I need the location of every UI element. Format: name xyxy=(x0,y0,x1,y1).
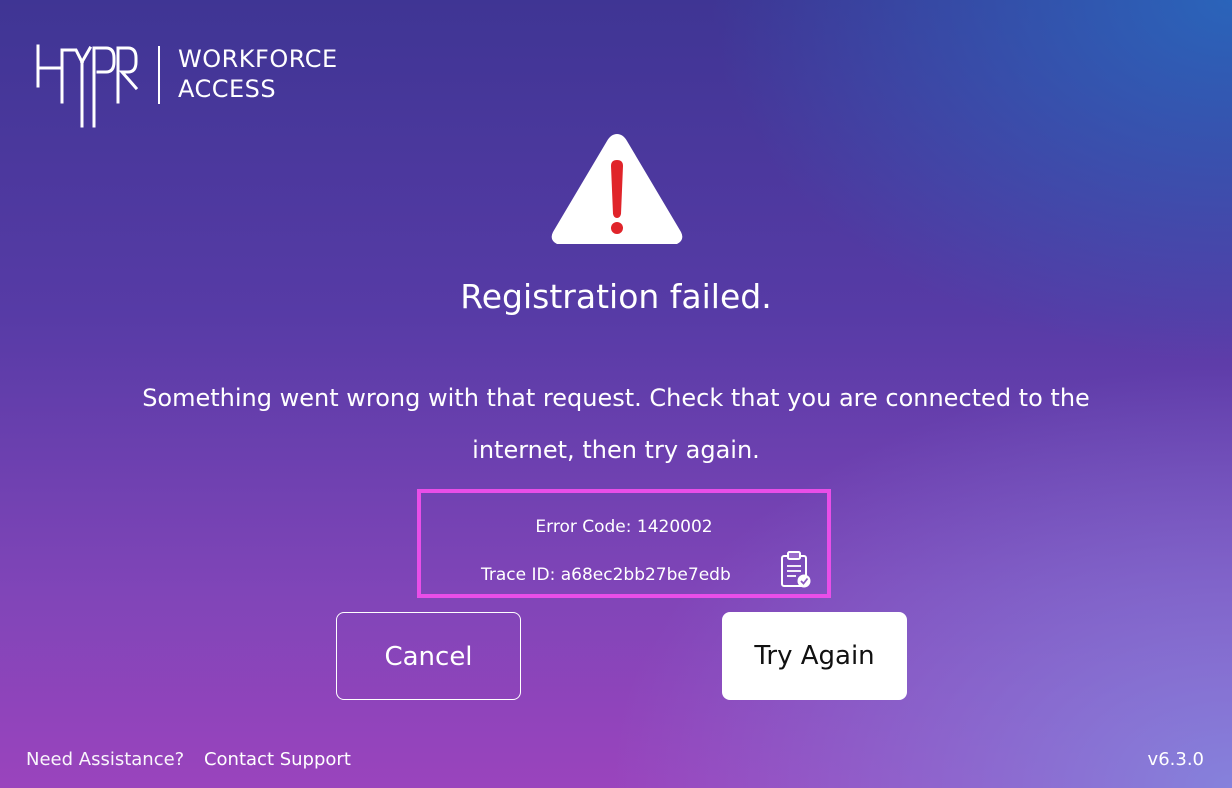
try-again-button[interactable]: Try Again xyxy=(722,612,907,700)
cancel-button[interactable]: Cancel xyxy=(336,612,521,700)
dialog-title: Registration failed. xyxy=(460,277,772,316)
error-details-box: Error Code: 1420002 Trace ID: a68ec2bb27… xyxy=(417,489,831,598)
hypr-logo-mark xyxy=(36,44,139,128)
warning-triangle-icon xyxy=(547,128,687,248)
clipboard-check-icon[interactable] xyxy=(776,550,814,590)
hypr-logo: WORKFORCE ACCESS xyxy=(32,42,352,132)
version-label: v6.3.0 xyxy=(1147,749,1204,770)
product-name-line2: ACCESS xyxy=(178,75,277,103)
trace-id: Trace ID: a68ec2bb27be7edb xyxy=(481,565,731,585)
product-name-line1: WORKFORCE xyxy=(178,45,338,73)
footer-help: Need Assistance? Contact Support xyxy=(26,748,351,772)
error-message: Something went wrong with that request. … xyxy=(142,384,1090,464)
product-name: WORKFORCE ACCESS xyxy=(178,44,338,104)
need-assistance-text: Need Assistance? xyxy=(26,749,185,770)
error-code: Error Code: 1420002 xyxy=(535,517,713,537)
logo-divider xyxy=(158,46,160,104)
contact-support-link[interactable]: Contact Support xyxy=(204,749,351,770)
